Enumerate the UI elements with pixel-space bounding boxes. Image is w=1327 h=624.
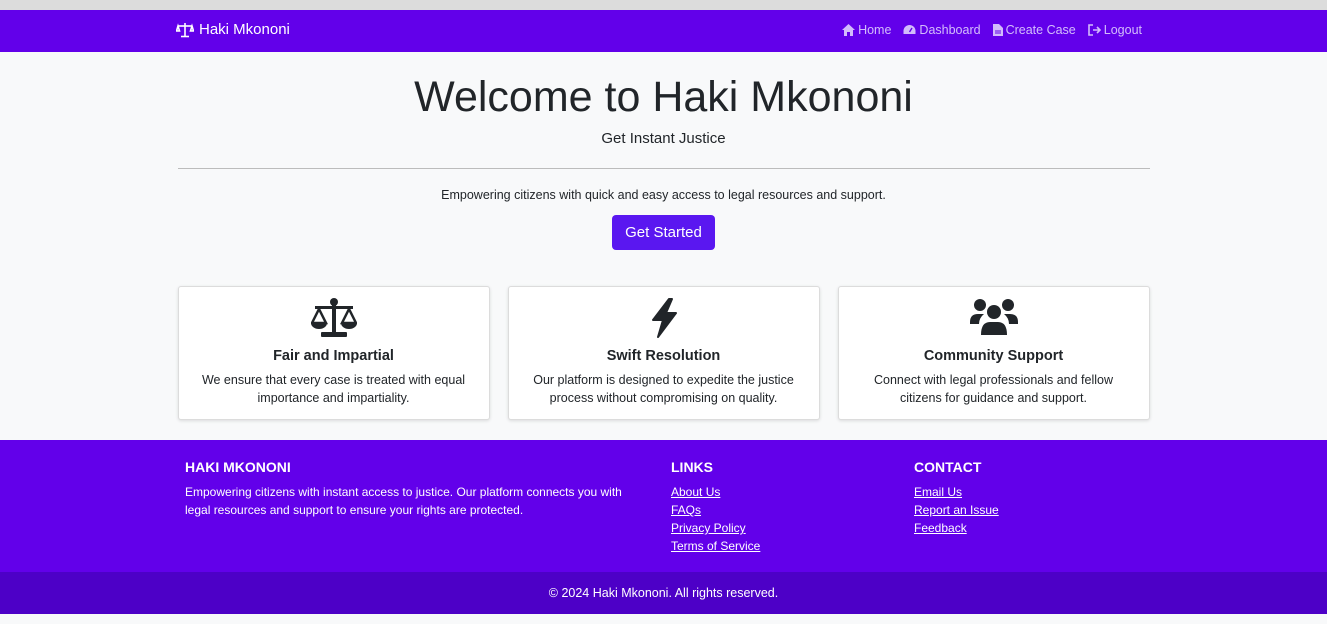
footer-link-email[interactable]: Email Us bbox=[914, 485, 962, 499]
feature-title: Swift Resolution bbox=[606, 348, 721, 364]
feature-title: Fair and Impartial bbox=[273, 348, 394, 364]
browser-top-strip bbox=[0, 0, 1327, 10]
footer-link-privacy[interactable]: Privacy Policy bbox=[671, 521, 746, 535]
nav-dashboard[interactable]: Dashboard bbox=[903, 23, 981, 37]
page-bottom bbox=[0, 614, 1327, 624]
file-icon bbox=[992, 24, 1003, 36]
nav-logout[interactable]: Logout bbox=[1087, 23, 1142, 37]
nav-create-case-label: Create Case bbox=[1005, 23, 1076, 37]
nav-create-case[interactable]: Create Case bbox=[992, 23, 1076, 37]
bolt-icon bbox=[651, 298, 677, 338]
brand-link[interactable]: Haki Mkononi bbox=[176, 21, 290, 38]
feature-text: Connect with legal professionals and fel… bbox=[873, 373, 1114, 405]
nav-home[interactable]: Home bbox=[842, 23, 891, 37]
footer: HAKI MKONONI Empowering citizens with in… bbox=[0, 440, 1327, 572]
footer-link-faqs[interactable]: FAQs bbox=[671, 503, 701, 517]
hero-title: Welcome to Haki Mkononi bbox=[414, 73, 913, 121]
footer-about: HAKI MKONONI Empowering citizens with in… bbox=[185, 459, 645, 519]
get-started-button[interactable]: Get Started bbox=[612, 215, 715, 250]
navbar: Haki Mkononi Home Dashboard Create Case … bbox=[0, 10, 1327, 52]
logout-icon bbox=[1087, 24, 1101, 36]
nav-logout-label: Logout bbox=[1103, 23, 1142, 37]
feature-title: Community Support bbox=[923, 348, 1064, 364]
copyright: © 2024 Haki Mkononi. All rights reserved… bbox=[0, 572, 1327, 614]
nav-dashboard-label: Dashboard bbox=[919, 23, 981, 37]
hero: Welcome to Haki Mkononi Get Instant Just… bbox=[0, 72, 1327, 250]
footer-link-about[interactable]: About Us bbox=[671, 485, 720, 499]
feature-card: Fair and Impartial We ensure that every … bbox=[177, 286, 490, 420]
gauge-icon bbox=[903, 25, 916, 34]
footer-link-report[interactable]: Report an Issue bbox=[914, 503, 999, 517]
feature-text: Our platform is designed to expedite the… bbox=[533, 373, 794, 405]
feature-card: Community Support Connect with legal pro… bbox=[837, 286, 1150, 420]
users-icon bbox=[969, 299, 1018, 335]
footer-links: LINKS About Us FAQs Privacy Policy Terms… bbox=[671, 459, 760, 555]
footer-contact-title: CONTACT bbox=[914, 459, 982, 475]
footer-about-text: Empowering citizens with instant access … bbox=[185, 485, 622, 517]
home-icon bbox=[842, 24, 856, 36]
feature-card: Swift Resolution Our platform is designe… bbox=[507, 286, 820, 420]
footer-contact: CONTACT Email Us Report an Issue Feedbac… bbox=[914, 459, 999, 537]
feature-text: We ensure that every case is treated wit… bbox=[201, 373, 466, 405]
footer-about-title: HAKI MKONONI bbox=[185, 459, 291, 475]
features: Fair and Impartial We ensure that every … bbox=[177, 286, 1150, 420]
hero-divider bbox=[177, 168, 1150, 169]
scale-icon bbox=[176, 22, 194, 37]
hero-subtitle: Get Instant Justice bbox=[601, 130, 726, 147]
hero-lead: Empowering citizens with quick and easy … bbox=[441, 188, 886, 202]
footer-links-title: LINKS bbox=[671, 459, 713, 475]
footer-link-terms[interactable]: Terms of Service bbox=[671, 539, 760, 553]
brand-name: Haki Mkononi bbox=[199, 21, 290, 38]
nav-home-label: Home bbox=[858, 23, 892, 37]
nav-links: Home Dashboard Create Case Logout bbox=[842, 23, 1142, 37]
scale-icon bbox=[310, 298, 357, 337]
footer-link-feedback[interactable]: Feedback bbox=[914, 521, 967, 535]
